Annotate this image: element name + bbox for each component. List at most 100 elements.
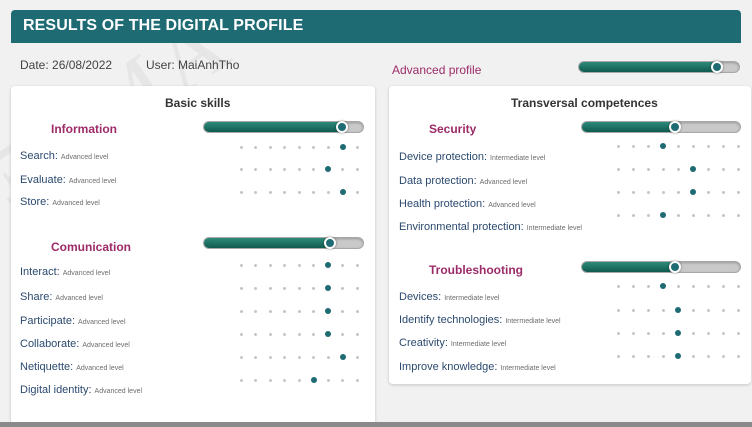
level-dot: [239, 168, 243, 171]
skill-row-interact: Interact: Advanced level: [20, 266, 110, 278]
level-dot: [355, 146, 359, 149]
skill-name: Store:: [20, 196, 50, 208]
skill-name: Interact:: [20, 266, 60, 278]
level-dot: [254, 333, 257, 336]
level-dot: [341, 379, 344, 382]
level-dot: [254, 310, 257, 313]
security-progress-bar: [581, 121, 741, 133]
security-progress-knob: [669, 121, 682, 133]
troubleshooting-progress-knob: [669, 261, 682, 273]
level-dot: [616, 145, 620, 148]
level-dot: [312, 287, 315, 290]
skill-level: Intermediate level: [490, 155, 546, 162]
level-dot: [297, 310, 301, 313]
level-dot: [254, 146, 257, 149]
level-dot: [341, 168, 344, 171]
level-dot: [706, 309, 710, 312]
level-dot: [355, 168, 359, 171]
level-dot: [239, 287, 243, 290]
level-dot: [616, 214, 620, 217]
competence-row-creativity: Creativity: Intermediate level: [399, 337, 506, 349]
skill-level: Advanced level: [78, 319, 126, 326]
skill-row-digital-identity: Digital identity: Advanced level: [20, 384, 142, 396]
skill-row-participate: Participate: Advanced level: [20, 315, 126, 327]
level-dot-active: [690, 189, 696, 195]
level-dot: [646, 168, 650, 171]
level-dot: [355, 310, 359, 313]
level-dot: [326, 146, 330, 149]
skill-dots-interact: [239, 262, 359, 270]
level-dot: [676, 191, 680, 194]
troubleshooting-progress-fill: [582, 262, 676, 272]
level-dot: [268, 356, 272, 359]
skill-name: Device protection:: [399, 151, 488, 163]
level-dot: [691, 214, 695, 217]
skill-dots-digital-identity: [239, 377, 359, 385]
competence-row-environmental-protection: Environmental protection: Intermediate le…: [399, 221, 582, 233]
level-dot: [254, 264, 257, 267]
level-dot-active: [690, 166, 696, 172]
level-dot-active: [339, 144, 346, 150]
level-dot: [239, 146, 243, 149]
level-dot: [691, 145, 695, 148]
level-dot: [736, 285, 740, 288]
level-dot: [736, 145, 740, 148]
level-dot: [341, 264, 344, 267]
level-dot: [297, 191, 301, 194]
level-dot: [312, 191, 315, 194]
level-dot: [283, 310, 286, 313]
level-dot: [268, 310, 272, 313]
level-dot: [254, 287, 257, 290]
level-dot-active: [310, 377, 317, 383]
level-dot: [283, 287, 286, 290]
level-dot: [254, 191, 257, 194]
skill-level: Intermediate level: [450, 341, 507, 348]
comunication-progress-bar: [203, 237, 364, 249]
level-dot: [706, 214, 710, 217]
skill-row-share: Share: Advanced level: [20, 291, 103, 303]
profile-progress-fill: [579, 62, 717, 72]
level-dot: [326, 356, 330, 359]
level-dot: [616, 309, 620, 312]
competence-row-improve-knowledge: Improve knowledge: Intermediate level: [399, 361, 556, 373]
competence-dots-improve-knowledge: [616, 353, 740, 361]
skill-level: Intermediate level: [444, 295, 500, 302]
skill-name: Devices:: [399, 291, 442, 303]
level-dot: [706, 332, 710, 335]
level-dot: [239, 356, 243, 359]
level-dot: [721, 214, 725, 217]
level-dot: [283, 146, 286, 149]
skill-name: Collaborate:: [20, 338, 80, 350]
level-dot: [631, 168, 635, 171]
information-progress-fill: [204, 122, 343, 132]
level-dot: [616, 168, 620, 171]
level-dot: [355, 379, 359, 382]
level-dot-active: [325, 308, 331, 314]
competence-row-device-protection: Device protection: Intermediate level: [399, 151, 545, 163]
level-dot: [616, 355, 620, 358]
level-dot: [239, 191, 243, 194]
level-dot-active: [325, 285, 331, 291]
level-dot-active: [660, 143, 666, 149]
level-dot: [676, 285, 680, 288]
level-dot-active: [660, 212, 666, 218]
level-dot: [736, 355, 740, 358]
level-dot: [721, 168, 725, 171]
level-dot: [268, 146, 272, 149]
level-dot: [297, 333, 301, 336]
level-dot: [721, 285, 725, 288]
level-dot: [312, 310, 315, 313]
profile-label: Advanced profile: [392, 63, 482, 77]
skill-dots-search: [239, 144, 359, 152]
level-dot: [631, 145, 635, 148]
level-dot: [341, 333, 344, 336]
level-dot: [297, 146, 301, 149]
competence-dots-identify-technologies: [616, 307, 740, 315]
skill-row-netiquette: Netiquette: Advanced level: [20, 361, 124, 373]
level-dot: [268, 333, 272, 336]
level-dot: [312, 264, 315, 267]
troubleshooting-progress-bar: [581, 261, 741, 273]
level-dot: [239, 379, 243, 382]
level-dot: [341, 287, 344, 290]
level-dot-active: [675, 330, 681, 336]
